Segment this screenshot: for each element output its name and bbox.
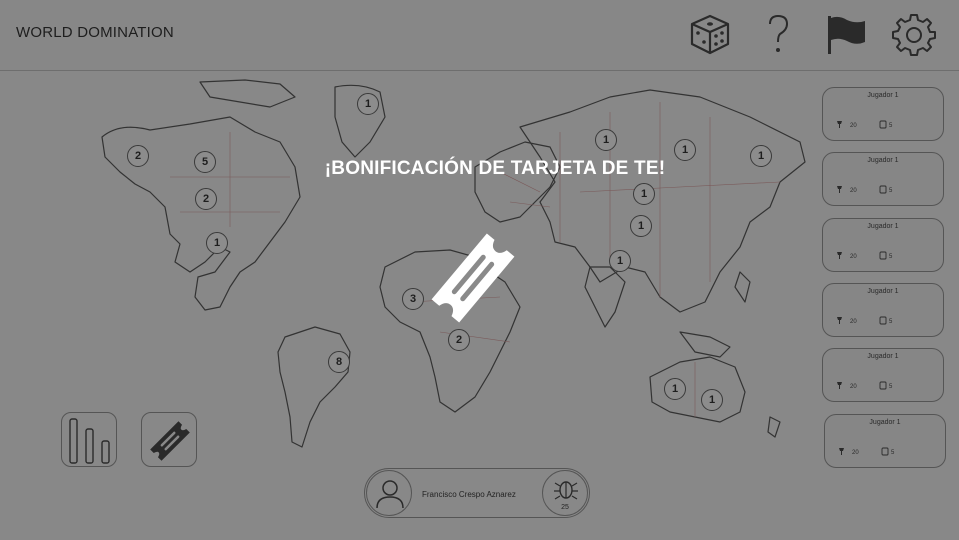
- avatar: [366, 470, 412, 516]
- territory-marker[interactable]: 1: [206, 232, 228, 254]
- player-card[interactable]: Jugador 1 20 5: [822, 152, 944, 206]
- card-ticket-icon: [418, 226, 528, 330]
- soldier-icon: [839, 448, 844, 455]
- asia-outline: [519, 89, 806, 313]
- cards-button[interactable]: [141, 412, 197, 467]
- player-name: Jugador 1: [867, 353, 899, 360]
- card-count: 5: [889, 123, 893, 129]
- bonus-title: ¡BONIFICACIÓN DE TARJETA DE TE!: [324, 158, 666, 179]
- territory-marker[interactable]: 1: [357, 93, 379, 115]
- player-name: Jugador 1: [867, 288, 899, 295]
- soldier-icon: [837, 382, 842, 389]
- user-icon: [376, 480, 404, 509]
- top-bar: WORLD DOMINATION: [0, 0, 959, 71]
- troop-count: 20: [850, 188, 857, 194]
- card-icon: [879, 185, 887, 194]
- card-count: 5: [891, 450, 895, 456]
- current-troop-count: 25: [561, 504, 569, 511]
- player-card[interactable]: Jugador 1 20 5: [822, 218, 944, 272]
- card-icon: [879, 120, 887, 129]
- player-name: Jugador 1: [869, 419, 901, 426]
- territory-marker[interactable]: 1: [701, 389, 723, 411]
- card-icon: [879, 251, 887, 260]
- player-card[interactable]: Jugador 1 20 5: [822, 348, 944, 402]
- card-icon: [881, 447, 889, 456]
- player-name: Jugador 1: [867, 157, 899, 164]
- territory-marker[interactable]: 1: [633, 183, 655, 205]
- help-icon[interactable]: [756, 12, 800, 56]
- player-card[interactable]: Jugador 1 20 5: [824, 414, 946, 468]
- card-count: 5: [889, 384, 893, 390]
- territory-marker[interactable]: 2: [195, 188, 217, 210]
- soldier-icon: [837, 252, 842, 259]
- settings-icon[interactable]: [892, 12, 936, 56]
- player-name: Jugador 1: [867, 92, 899, 99]
- current-player-name: Francisco Crespo Aznarez: [422, 490, 516, 499]
- territory-marker[interactable]: 1: [595, 129, 617, 151]
- dice-icon[interactable]: [688, 12, 732, 56]
- territory-marker[interactable]: 1: [609, 250, 631, 272]
- territory-marker[interactable]: 1: [664, 378, 686, 400]
- card-icon: [879, 316, 887, 325]
- troop-count: 20: [850, 123, 857, 129]
- player-card[interactable]: Jugador 1 20 5: [822, 87, 944, 141]
- soldier-icon: [837, 317, 842, 324]
- card-count: 5: [889, 254, 893, 260]
- player-card[interactable]: Jugador 1 20 5: [822, 283, 944, 337]
- territory-marker[interactable]: 8: [328, 351, 350, 373]
- bar-chart-icon: [69, 418, 110, 464]
- current-troops: 25: [542, 470, 588, 516]
- territory-marker[interactable]: 2: [448, 329, 470, 351]
- territory-marker[interactable]: 1: [630, 215, 652, 237]
- card-icon: [879, 381, 887, 390]
- card-count: 5: [889, 319, 893, 325]
- player-name: Jugador 1: [867, 223, 899, 230]
- card-ticket-icon: [150, 421, 190, 461]
- troop-count: 20: [850, 319, 857, 325]
- flag-icon[interactable]: [825, 12, 869, 56]
- troop-count: 20: [850, 384, 857, 390]
- troop-count: 20: [852, 450, 859, 456]
- troop-count: 20: [850, 254, 857, 260]
- current-player-panel: Francisco Crespo Aznarez 25: [364, 468, 590, 518]
- europe-outline: [474, 141, 561, 223]
- app-title: WORLD DOMINATION: [16, 24, 174, 41]
- soldier-icon: [837, 121, 842, 128]
- south-america-outline: [277, 326, 351, 448]
- soldier-icon: [837, 186, 842, 193]
- card-count: 5: [889, 188, 893, 194]
- stats-button[interactable]: [61, 412, 117, 467]
